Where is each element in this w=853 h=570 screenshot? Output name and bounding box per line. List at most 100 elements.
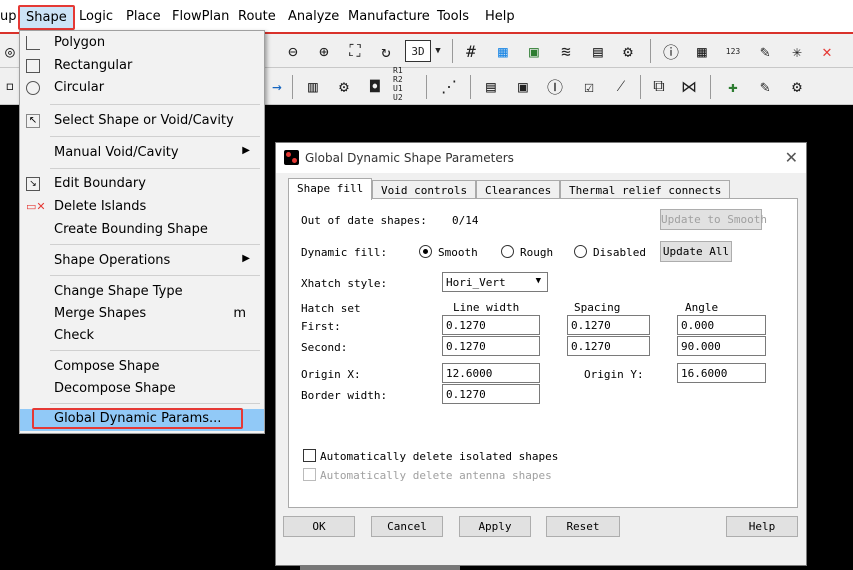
fill-rough-radio[interactable]: [501, 245, 514, 258]
spacing-header: Spacing: [574, 301, 621, 314]
border-width-input[interactable]: 0.1270: [442, 384, 540, 404]
edit-via-icon[interactable]: ✎: [754, 75, 776, 97]
close-icon[interactable]: ✕: [785, 148, 798, 167]
edit-boundary-icon: ↘: [26, 177, 40, 191]
menu-item-global-dynamic-params[interactable]: Global Dynamic Params...: [20, 408, 264, 431]
menu-flowplan[interactable]: FlowPlan: [172, 9, 229, 24]
origin-y-input[interactable]: 16.6000: [677, 363, 766, 383]
menu-help[interactable]: Help: [485, 9, 515, 24]
zoom-out-icon[interactable]: ⊖: [282, 40, 304, 62]
refdes-icon[interactable]: R1 R2 U1 U2: [393, 66, 415, 102]
brush-icon[interactable]: ✎: [754, 40, 776, 62]
gear-icon[interactable]: ⚙: [617, 40, 639, 62]
snap-icon[interactable]: ✳: [786, 40, 808, 62]
report-icon[interactable]: ▤: [480, 75, 502, 97]
menu-item-polygon[interactable]: Polygon: [20, 33, 264, 54]
apply-button[interactable]: Apply: [459, 516, 531, 537]
ok-button[interactable]: OK: [283, 516, 355, 537]
first-angle-input[interactable]: 0.000: [677, 315, 766, 335]
view-3d-icon[interactable]: 3D: [405, 40, 431, 62]
measure-icon[interactable]: 123: [722, 40, 744, 62]
copy-icon[interactable]: ⧉: [648, 75, 670, 97]
help-button[interactable]: Help: [726, 516, 798, 537]
first-spacing-input[interactable]: 0.1270: [567, 315, 650, 335]
bowtie-icon[interactable]: ⋈: [678, 75, 700, 97]
hatch-set-label: Hatch set: [301, 302, 361, 315]
zoom-selection-icon[interactable]: ⛶: [344, 40, 366, 62]
text-icon[interactable]: Ⓘ: [544, 75, 566, 97]
reset-button[interactable]: Reset: [546, 516, 620, 537]
cancel-button[interactable]: Cancel: [371, 516, 443, 537]
origin-x-input[interactable]: 12.6000: [442, 363, 540, 383]
tab-void-controls[interactable]: Void controls: [372, 180, 477, 199]
second-line-width-input[interactable]: 0.1270: [442, 336, 540, 356]
menubar: up Shape Logic Place FlowPlan Route Anal…: [0, 0, 853, 34]
info-icon[interactable]: ⓘ: [660, 40, 682, 62]
zoom-fit-icon[interactable]: ⊕: [313, 40, 335, 62]
update-all-button[interactable]: Update All: [660, 241, 732, 262]
xhatch-style-select[interactable]: Hori_Vert ▼: [442, 272, 548, 292]
grid-icon[interactable]: #: [460, 40, 482, 62]
color-layers-icon[interactable]: ▦: [492, 40, 514, 62]
menu-item-rectangular[interactable]: Rectangular: [20, 56, 264, 77]
chevron-down-icon[interactable]: ▼: [432, 40, 444, 62]
chevron-down-icon: ▼: [535, 276, 541, 286]
menu-item-edit-boundary[interactable]: ↘ Edit Boundary: [20, 174, 264, 195]
layers-stack-icon[interactable]: ≋: [555, 40, 577, 62]
visibility-icon[interactable]: ▣: [523, 40, 545, 62]
menu-item-manual-void[interactable]: Manual Void/Cavity ▶: [20, 143, 264, 164]
second-spacing-input[interactable]: 0.1270: [567, 336, 650, 356]
arrow-right-icon[interactable]: →: [266, 75, 288, 97]
table-icon[interactable]: ▦: [691, 40, 713, 62]
first-line-width-input[interactable]: 0.1270: [442, 315, 540, 335]
drc-icon[interactable]: ✕: [816, 40, 838, 62]
tab-shape-fill[interactable]: Shape fill: [288, 178, 373, 200]
tab-thermal-relief[interactable]: Thermal relief connects: [560, 180, 731, 199]
menu-logic[interactable]: Logic: [79, 9, 113, 24]
canvas-object: [300, 566, 460, 570]
menu-manufacture[interactable]: Manufacture: [348, 9, 430, 24]
left-tool-2-icon[interactable]: ▫: [2, 74, 18, 96]
menu-item-compose-shape[interactable]: Compose Shape: [20, 357, 264, 378]
menu-item-decompose-shape[interactable]: Decompose Shape: [20, 379, 264, 400]
menu-analyze[interactable]: Analyze: [288, 9, 339, 24]
book-icon[interactable]: ▣: [512, 75, 534, 97]
shape-fill-panel: Out of date shapes: 0/14 Update to Smoot…: [288, 198, 798, 508]
via-gear-icon[interactable]: ⚙: [786, 75, 808, 97]
menu-item-shape-operations[interactable]: Shape Operations ▶: [20, 251, 264, 272]
angle-header: Angle: [685, 301, 719, 314]
slash-icon[interactable]: ⁄: [610, 75, 632, 97]
dialog-titlebar[interactable]: Global Dynamic Shape Parameters ✕: [276, 143, 806, 173]
tab-clearances[interactable]: Clearances: [476, 180, 561, 199]
camera-icon[interactable]: ◘: [364, 75, 386, 97]
menu-item-merge-shapes[interactable]: Merge Shapes m: [20, 304, 264, 325]
fill-smooth-label: Smooth: [438, 246, 478, 259]
fill-smooth-radio[interactable]: [419, 245, 432, 258]
menu-place[interactable]: Place: [126, 9, 161, 24]
menu-item-check[interactable]: Check: [20, 326, 264, 347]
delete-islands-icon: ▭✕: [26, 200, 46, 213]
menu-setup[interactable]: up: [0, 9, 17, 24]
update-to-smooth-button[interactable]: Update to Smooth: [660, 209, 767, 230]
net-icon[interactable]: ⋰: [438, 75, 460, 97]
bom-icon[interactable]: ▥: [302, 75, 324, 97]
menu-item-change-shape-type[interactable]: Change Shape Type: [20, 282, 264, 303]
fill-disabled-label: Disabled: [593, 246, 646, 259]
second-angle-input[interactable]: 90.000: [677, 336, 766, 356]
fill-disabled-radio[interactable]: [574, 245, 587, 258]
menu-shape[interactable]: Shape: [18, 5, 75, 30]
menu-item-select-shape[interactable]: ↖ Select Shape or Void/Cavity: [20, 111, 264, 132]
redraw-icon[interactable]: ↻: [375, 40, 397, 62]
add-via-icon[interactable]: ✚: [722, 75, 744, 97]
menu-route[interactable]: Route: [238, 9, 276, 24]
app-icon: [284, 150, 299, 165]
property-gear-icon[interactable]: ⚙: [333, 75, 355, 97]
check-icon[interactable]: ☑: [578, 75, 600, 97]
menu-item-delete-islands[interactable]: ▭✕ Delete Islands: [20, 197, 264, 218]
menu-tools[interactable]: Tools: [437, 9, 469, 24]
auto-delete-isolated-checkbox[interactable]: [303, 449, 316, 462]
constraint-manager-icon[interactable]: ▤: [587, 40, 609, 62]
menu-item-circular[interactable]: Circular: [20, 78, 264, 99]
menu-item-create-bounding-shape[interactable]: Create Bounding Shape: [20, 220, 264, 241]
left-tool-icon[interactable]: ◎: [2, 40, 18, 62]
